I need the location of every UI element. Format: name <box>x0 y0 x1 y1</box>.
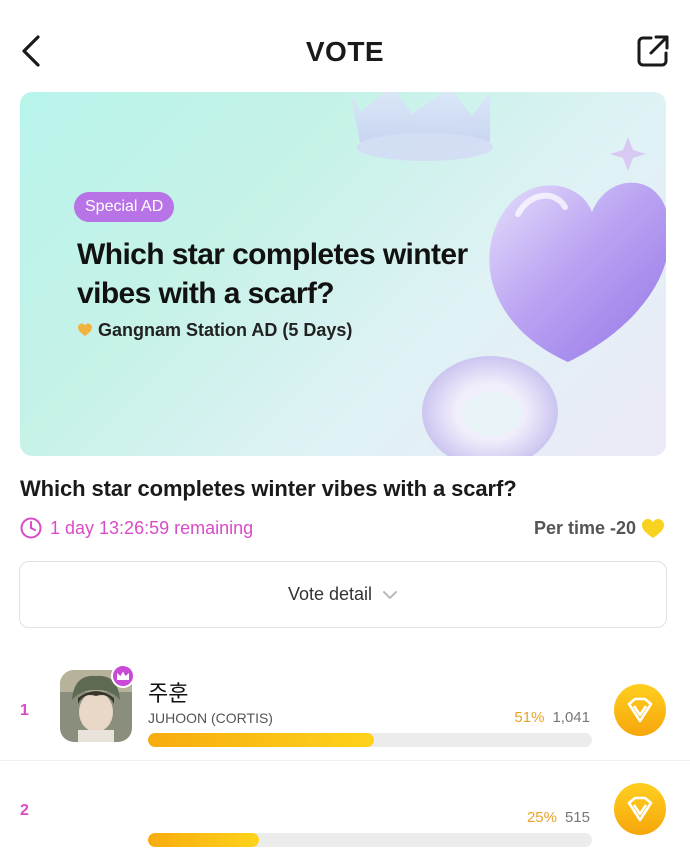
vote-progress-bar <box>148 733 592 747</box>
vote-count: 1,041 <box>552 709 590 726</box>
vote-stats: 51% 1,041 <box>514 709 590 727</box>
banner-subtitle: Gangnam Station AD (5 Days) <box>78 320 352 341</box>
vote-gem-icon <box>627 796 653 822</box>
remaining-text: 1 day 13:26:59 remaining <box>50 517 254 538</box>
per-time-cost: Per time -20 <box>534 518 664 539</box>
banner-title: Which star completes winter vibes with a… <box>77 238 468 310</box>
clock-icon <box>20 517 42 539</box>
vote-detail-label: Vote detail <box>287 584 373 604</box>
external-link-icon <box>637 35 669 67</box>
vote-button[interactable] <box>614 783 666 835</box>
vote-button[interactable] <box>614 684 666 736</box>
banner-subtitle-text: Gangnam Station AD (5 Days) <box>98 320 353 340</box>
candidate-row: 2 25% 515 <box>0 760 690 856</box>
crown-icon <box>117 671 129 680</box>
vote-progress-fill <box>148 833 259 847</box>
candidate-group: JUHOON (CORTIS) <box>148 710 273 726</box>
vote-detail-button[interactable]: Vote detail <box>19 561 667 628</box>
chevron-down-icon <box>383 590 398 599</box>
app-header: VOTE <box>0 0 690 100</box>
vote-progress-bar <box>148 833 592 847</box>
ring-decoration <box>422 356 558 456</box>
rank-number: 1 <box>20 702 29 719</box>
page-title: VOTE <box>305 36 385 67</box>
heart-icon <box>78 323 92 336</box>
vote-progress-fill <box>148 733 375 747</box>
candidate-name: 주훈 <box>148 681 189 706</box>
heart-decoration <box>489 182 666 362</box>
ad-banner[interactable]: Special AD Which star completes winter v… <box>20 92 666 456</box>
share-button[interactable] <box>634 32 672 70</box>
remaining-time: 1 day 13:26:59 remaining <box>20 517 253 539</box>
vote-count: 515 <box>564 809 590 826</box>
heart-icon <box>642 518 664 538</box>
vote-percent: 25% <box>526 809 557 826</box>
sparkle-decoration <box>610 137 646 171</box>
vote-question: Which star completes winter vibes with a… <box>20 476 517 501</box>
per-time-text: Per time -20 <box>533 518 636 538</box>
special-ad-badge: Special AD <box>74 192 175 222</box>
crown-badge <box>111 664 135 688</box>
candidate-row: 1 주훈 JUHOON (CORTIS) 51% 1,041 <box>0 660 690 760</box>
vote-stats: 25% 515 <box>527 809 590 827</box>
crown-decoration <box>350 92 493 161</box>
rank-number: 2 <box>20 802 29 819</box>
vote-gem-icon <box>627 697 653 723</box>
vote-percent: 51% <box>514 709 545 726</box>
